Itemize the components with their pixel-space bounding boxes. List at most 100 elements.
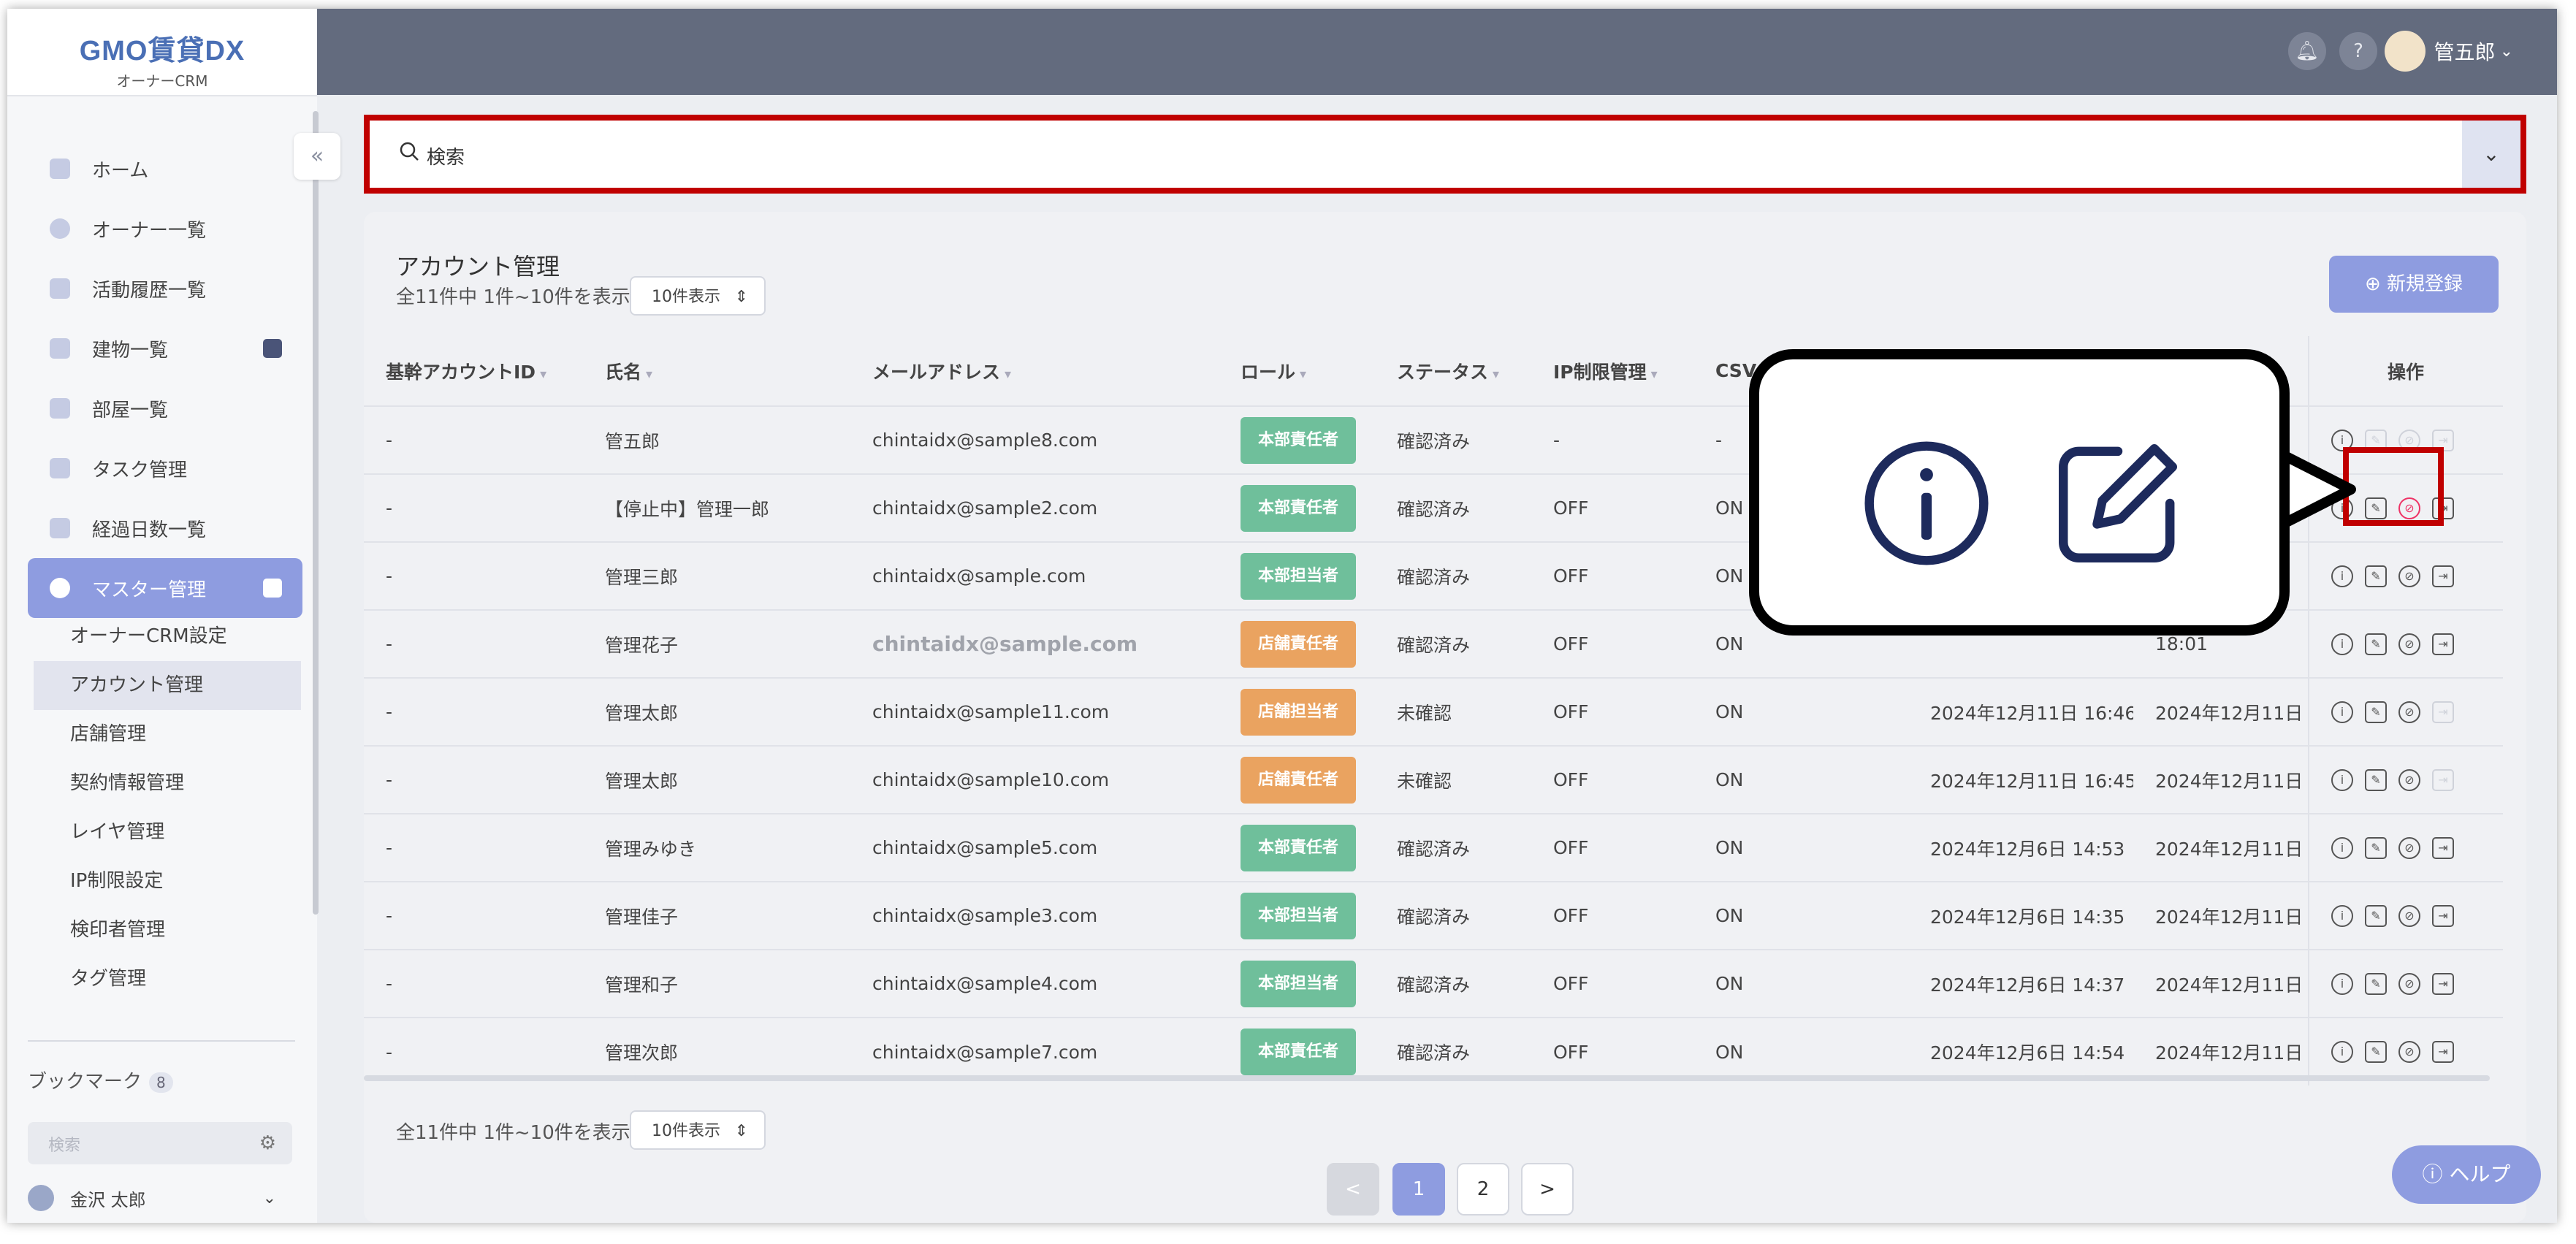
subnav-tag-management[interactable]: タグ管理	[34, 955, 301, 1004]
disable-icon[interactable]: ⊘	[2398, 768, 2420, 791]
cell-name: 管理みゆき	[583, 813, 850, 882]
cell-ip-restriction: OFF	[1531, 881, 1693, 950]
disable-icon[interactable]: ⊘	[2398, 904, 2420, 927]
table-row: - 管理佳子 chintaidx@sample3.com 本部担当者 確認済み OFF ON…	[364, 881, 2503, 950]
cell-actions: i ✎ ⊘ ⇥	[2308, 745, 2503, 814]
subnav-crm-settings[interactable]: オーナーCRM設定	[34, 612, 301, 661]
sidebar-item-activity[interactable]: 活動履歴一覧	[28, 259, 302, 318]
disable-icon[interactable]: ⊘	[2398, 633, 2420, 655]
cell-name: 管理佳子	[583, 881, 850, 950]
cell-email: chintaidx@sample.com	[850, 609, 1219, 678]
new-registration-label: 新規登録	[2387, 273, 2463, 295]
logo-sub-text: オーナーCRM	[116, 72, 208, 90]
cell-account-id: -	[364, 949, 583, 1018]
edit-icon[interactable]: ✎	[2365, 633, 2387, 655]
sidebar-collapse-button[interactable]: «	[294, 133, 340, 180]
subnav-account-management[interactable]: アカウント管理	[34, 661, 301, 710]
question-icon[interactable]: ?	[2339, 32, 2377, 70]
search-bar[interactable]: 検索 ⌄	[364, 115, 2526, 194]
edit-icon[interactable]: ✎	[2365, 701, 2387, 723]
info-icon[interactable]: i	[2331, 836, 2353, 859]
edit-icon[interactable]: ✎	[2365, 1041, 2387, 1063]
login-icon[interactable]: ⇥	[2432, 1041, 2454, 1063]
info-icon[interactable]: i	[2331, 701, 2353, 723]
login-icon[interactable]: ⇥	[2432, 904, 2454, 927]
column-header[interactable]: ロール ▾	[1219, 336, 1375, 406]
subnav-contract-management[interactable]: 契約情報管理	[34, 759, 301, 808]
login-icon[interactable]: ⇥	[2432, 701, 2454, 723]
new-registration-button[interactable]: ⊕ 新規登録	[2329, 256, 2499, 313]
cell-role: 本部担当者	[1219, 881, 1375, 950]
help-button[interactable]: ⓘ ヘルプ	[2392, 1145, 2541, 1204]
info-icon[interactable]: i	[2331, 768, 2353, 791]
disable-icon[interactable]: ⊘	[2398, 1041, 2420, 1063]
per-page-select-bottom[interactable]: 10件表示 ⇕	[630, 1110, 766, 1150]
cell-actions: i ✎ ⊘ ⇥	[2308, 813, 2503, 882]
bookmark-count-badge: 8	[149, 1072, 173, 1093]
info-icon[interactable]: i	[2331, 1041, 2353, 1063]
sidebar-user[interactable]: 金沢 太郎 ⌄	[28, 1185, 276, 1211]
edit-icon[interactable]: ✎	[2365, 836, 2387, 859]
collapse-toggle-icon[interactable]	[263, 579, 282, 598]
column-header[interactable]: 基幹アカウントID ▾	[364, 336, 583, 406]
per-page-select[interactable]: 10件表示 ⇕	[630, 276, 766, 316]
edit-icon[interactable]: ✎	[2365, 768, 2387, 791]
logo[interactable]: GMO賃貸DX オーナーCRM	[7, 9, 317, 96]
disable-icon[interactable]: ⊘	[2398, 565, 2420, 587]
disable-icon[interactable]: ⊘	[2398, 972, 2420, 995]
sidebar-item-tasks[interactable]: タスク管理	[28, 438, 302, 498]
subnav-store-management[interactable]: 店舗管理	[34, 710, 301, 759]
room-icon	[50, 398, 70, 419]
pagination-prev-button[interactable]: <	[1327, 1163, 1379, 1216]
chevron-down-icon: ⌄	[2482, 142, 2500, 166]
column-header[interactable]: メールアドレス ▾	[850, 336, 1219, 406]
info-icon[interactable]: i	[2331, 904, 2353, 927]
bell-icon[interactable]: 🔔︎	[2288, 32, 2326, 70]
column-header[interactable]: 氏名 ▾	[583, 336, 850, 406]
horizontal-scrollbar[interactable]	[364, 1075, 2490, 1081]
search-expand-button[interactable]: ⌄	[2462, 121, 2520, 188]
sidebar-scrollbar[interactable]	[313, 111, 319, 915]
sidebar-item-buildings[interactable]: 建物一覧	[28, 318, 302, 378]
disable-icon[interactable]: ⊘	[2398, 701, 2420, 723]
cell-role: 本部責任者	[1219, 473, 1375, 542]
column-header[interactable]: IP制限管理 ▾	[1531, 336, 1693, 406]
login-icon[interactable]: ⇥	[2432, 633, 2454, 655]
login-icon[interactable]: ⇥	[2432, 768, 2454, 791]
edit-icon[interactable]: ✎	[2365, 904, 2387, 927]
subnav-layer-management[interactable]: レイヤ管理	[34, 808, 301, 857]
sidebar-item-home[interactable]: ホーム	[28, 139, 302, 199]
filter-icon[interactable]: ⚙	[259, 1132, 276, 1154]
login-icon[interactable]: ⇥	[2432, 972, 2454, 995]
cell-name: 管理花子	[583, 609, 850, 678]
edit-icon[interactable]: ✎	[2365, 972, 2387, 995]
sidebar-item-master[interactable]: マスター管理	[28, 558, 302, 618]
login-icon[interactable]: ⇥	[2432, 565, 2454, 587]
collapse-toggle-icon[interactable]	[263, 339, 282, 358]
search-input[interactable]: 検索	[427, 142, 465, 169]
pagination-page-2[interactable]: 2	[1457, 1163, 1509, 1216]
header-user-menu[interactable]: 管五郎 ⌄	[2384, 31, 2513, 72]
info-icon[interactable]: i	[2331, 565, 2353, 587]
login-icon[interactable]: ⇥	[2432, 836, 2454, 859]
cell-status: 確認済み	[1375, 473, 1531, 542]
sidebar-item-owners[interactable]: オーナー一覧	[28, 199, 302, 259]
sidebar-item-rooms[interactable]: 部屋一覧	[28, 378, 302, 438]
cell-ip-restriction: OFF	[1531, 813, 1693, 882]
subnav-ip-restriction[interactable]: IP制限設定	[34, 857, 301, 906]
building-icon	[50, 338, 70, 359]
sidebar-nav: ホーム オーナー一覧 活動履歴一覧 建物一覧 部屋一覧 タスク管理 経過日数一覧…	[28, 139, 302, 618]
disable-icon[interactable]: ⊘	[2398, 836, 2420, 859]
logo-main-text: GMO賃貸DX	[79, 36, 245, 66]
cell-status: 確認済み	[1375, 541, 1531, 610]
pagination-page-1[interactable]: 1	[1392, 1163, 1445, 1216]
pagination-next-button[interactable]: >	[1521, 1163, 1574, 1216]
info-icon[interactable]: i	[2331, 633, 2353, 655]
info-icon[interactable]: i	[2331, 972, 2353, 995]
edit-icon[interactable]: ✎	[2365, 565, 2387, 587]
column-header[interactable]: ステータス ▾	[1375, 336, 1531, 406]
cell-name: 管理太郎	[583, 677, 850, 746]
sidebar-item-elapsed-days[interactable]: 経過日数一覧	[28, 498, 302, 558]
bookmark-search-input[interactable]: 検索 ⚙	[28, 1122, 292, 1164]
subnav-inspector-management[interactable]: 検印者管理	[34, 906, 301, 955]
